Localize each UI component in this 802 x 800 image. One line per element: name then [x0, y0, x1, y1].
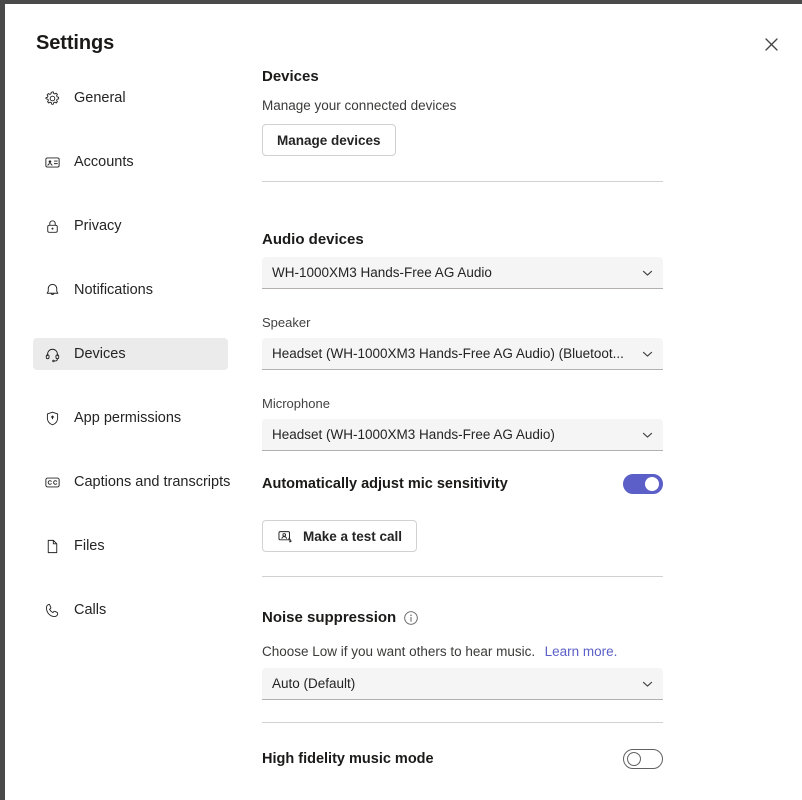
sidebar-item-general[interactable]: General [33, 82, 228, 114]
learn-more-link[interactable]: Learn more. [545, 644, 618, 659]
devices-settings-panel: Devices Manage your connected devices Ma… [262, 4, 802, 769]
shield-icon [42, 408, 62, 428]
manage-devices-button-label: Manage devices [277, 133, 381, 148]
sidebar-item-label: App permissions [74, 411, 181, 426]
sidebar-item-label: Calls [74, 603, 106, 618]
sidebar-item-label: Files [74, 539, 105, 554]
sidebar-item-label: Accounts [74, 155, 134, 170]
speaker-label: Speaker [262, 315, 310, 330]
noise-suppression-description: Choose Low if you want others to hear mu… [262, 644, 535, 659]
high-fidelity-music-mode-label: High fidelity music mode [262, 751, 434, 767]
audio-device-dropdown[interactable]: WH-1000XM3 Hands-Free AG Audio [262, 257, 663, 289]
speaker-dropdown[interactable]: Headset (WH-1000XM3 Hands-Free AG Audio)… [262, 338, 663, 370]
headset-icon [42, 344, 62, 364]
sidebar-item-label: Devices [74, 347, 126, 362]
noise-suppression-value: Auto (Default) [272, 676, 355, 691]
sidebar-item-label: Captions and transcripts [74, 475, 230, 490]
id-card-icon [42, 152, 62, 172]
toggle-knob [627, 752, 641, 766]
noise-suppression-heading: Noise suppression [262, 609, 419, 626]
lock-icon [42, 216, 62, 236]
divider [262, 576, 663, 577]
cc-icon [42, 472, 62, 492]
speaker-value: Headset (WH-1000XM3 Hands-Free AG Audio)… [272, 346, 624, 361]
mic-sensitivity-toggle[interactable] [623, 474, 663, 494]
sidebar-item-devices[interactable]: Devices [33, 338, 228, 370]
noise-suppression-heading-label: Noise suppression [262, 609, 396, 626]
high-fidelity-music-mode-toggle[interactable] [623, 749, 663, 769]
microphone-value: Headset (WH-1000XM3 Hands-Free AG Audio) [272, 427, 555, 442]
sidebar-item-app-permissions[interactable]: App permissions [33, 402, 228, 434]
settings-dialog: Settings General [0, 0, 802, 800]
phone-icon [42, 600, 62, 620]
sidebar-item-privacy[interactable]: Privacy [33, 210, 228, 242]
sidebar-item-label: Notifications [74, 283, 153, 298]
devices-section-description: Manage your connected devices [262, 98, 456, 113]
sidebar-item-files[interactable]: Files [33, 530, 228, 562]
microphone-label: Microphone [262, 396, 330, 411]
chevron-down-icon [641, 428, 654, 441]
bell-icon [42, 280, 62, 300]
microphone-dropdown[interactable]: Headset (WH-1000XM3 Hands-Free AG Audio) [262, 419, 663, 451]
noise-suppression-dropdown[interactable]: Auto (Default) [262, 668, 663, 700]
divider [262, 181, 663, 182]
sidebar-item-captions-and-transcripts[interactable]: Captions and transcripts [33, 466, 228, 498]
test-call-icon [277, 528, 294, 545]
file-icon [42, 536, 62, 556]
noise-suppression-description-row: Choose Low if you want others to hear mu… [262, 643, 617, 661]
sidebar-item-label: General [74, 91, 126, 106]
sidebar-item-calls[interactable]: Calls [33, 594, 228, 626]
mic-sensitivity-row: Automatically adjust mic sensitivity [262, 474, 663, 494]
sidebar-item-accounts[interactable]: Accounts [33, 146, 228, 178]
gear-icon [42, 88, 62, 108]
high-fidelity-music-mode-row: High fidelity music mode [262, 749, 663, 769]
settings-sidebar: General Accounts [5, 82, 245, 626]
chevron-down-icon [641, 266, 654, 279]
audio-device-value: WH-1000XM3 Hands-Free AG Audio [272, 265, 492, 280]
sidebar-item-notifications[interactable]: Notifications [33, 274, 228, 306]
manage-devices-button[interactable]: Manage devices [262, 124, 396, 156]
info-icon[interactable] [403, 610, 419, 626]
mic-sensitivity-label: Automatically adjust mic sensitivity [262, 476, 508, 492]
sidebar-item-label: Privacy [74, 219, 122, 234]
make-test-call-button-label: Make a test call [303, 529, 402, 544]
page-title: Settings [36, 32, 114, 55]
devices-section-heading: Devices [262, 68, 319, 85]
toggle-knob [645, 477, 659, 491]
chevron-down-icon [641, 677, 654, 690]
divider [262, 722, 663, 723]
audio-devices-heading: Audio devices [262, 231, 364, 248]
chevron-down-icon [641, 347, 654, 360]
make-test-call-button[interactable]: Make a test call [262, 520, 417, 552]
